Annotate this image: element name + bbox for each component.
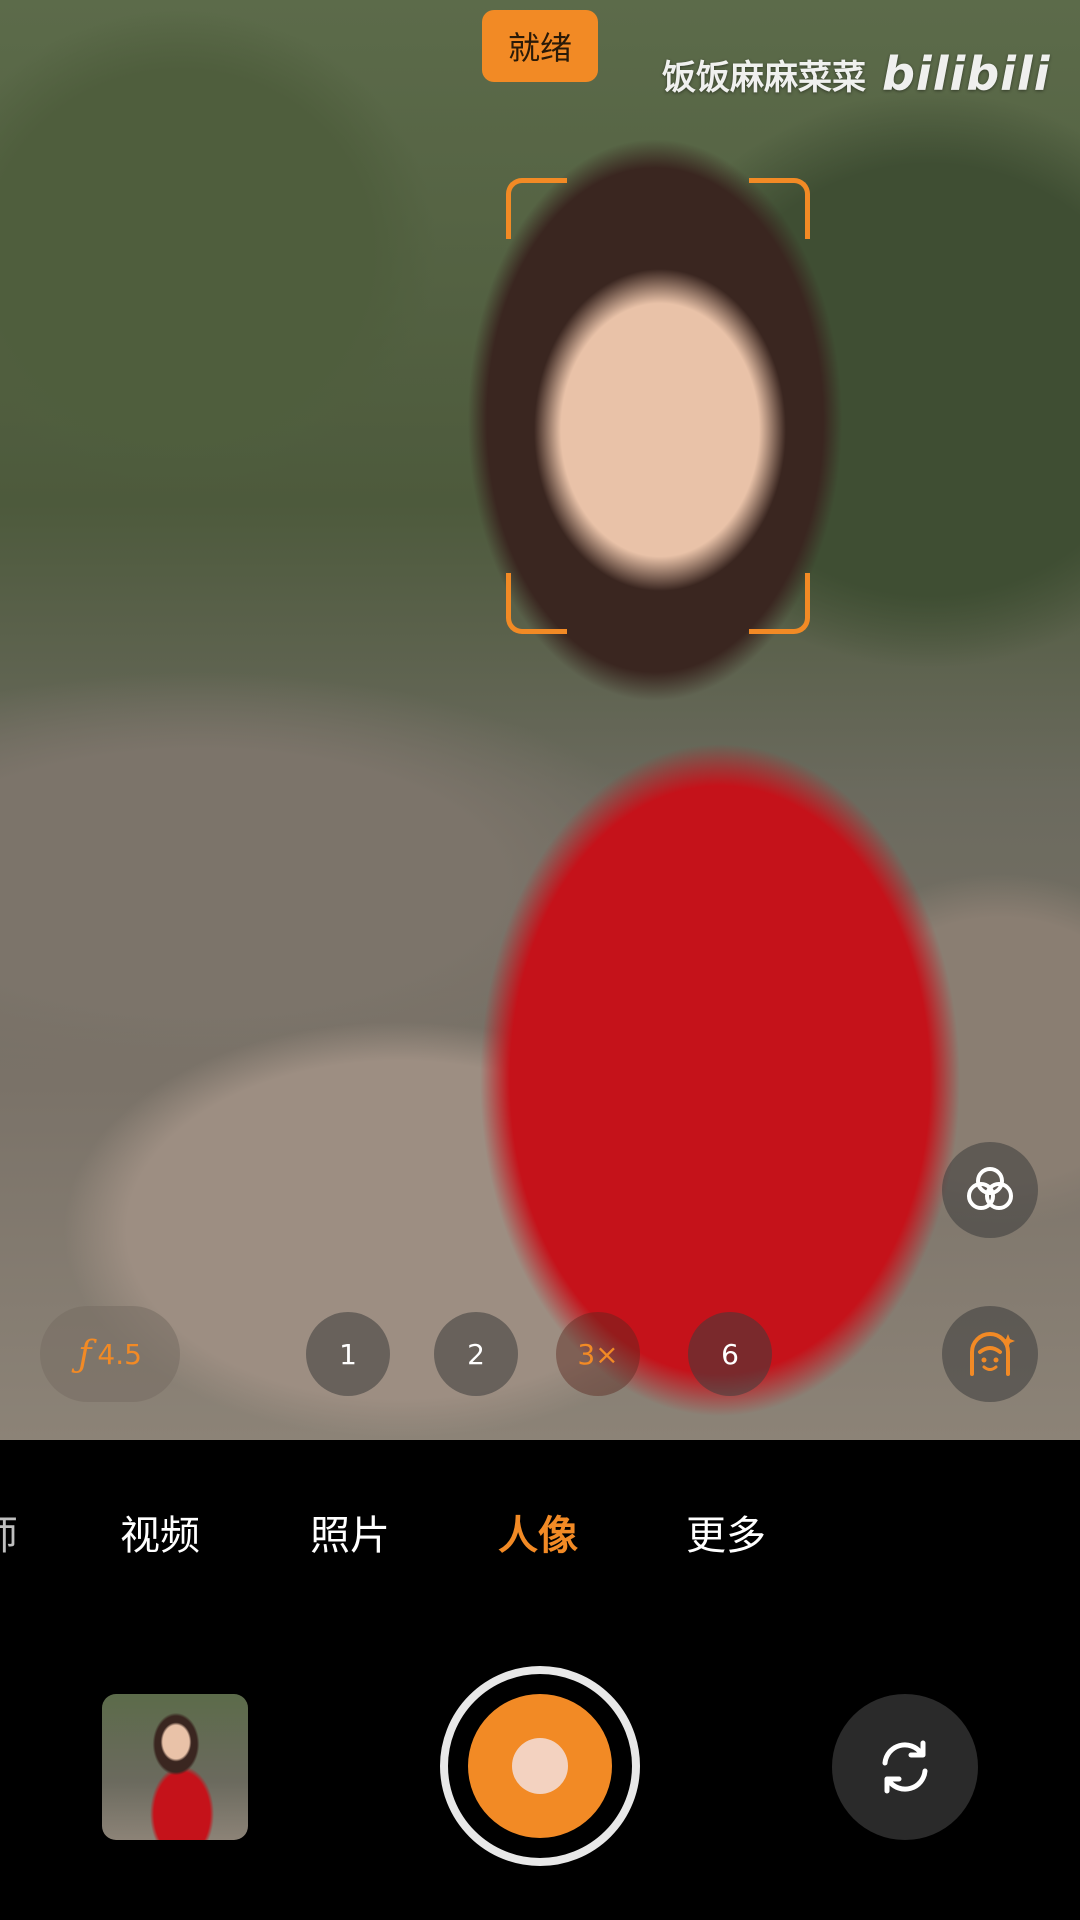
switch-camera-icon (882, 1740, 928, 1794)
focus-corner-bottom-right (749, 573, 810, 634)
portrait-effect-button[interactable] (942, 1306, 1038, 1402)
mode-tab-more[interactable]: 更多 (686, 1508, 766, 1564)
zoom-1-button[interactable]: 1 (306, 1312, 390, 1396)
gallery-thumbnail[interactable] (102, 1694, 248, 1840)
shutter-button[interactable] (440, 1666, 640, 1866)
mode-tab-partial[interactable]: 师 (0, 1508, 18, 1564)
focus-frame (506, 178, 810, 634)
aperture-value: 4.5 (97, 1337, 142, 1371)
focus-corner-top-left (506, 178, 567, 239)
mode-tab-photo[interactable]: 照片 (310, 1508, 390, 1564)
switch-camera-button[interactable] (832, 1694, 978, 1840)
filter-icon (967, 1167, 1013, 1210)
zoom-2-button[interactable]: 2 (434, 1312, 518, 1396)
zoom-3x-button[interactable]: 3× (556, 1312, 640, 1396)
portrait-effect-icon (970, 1332, 1015, 1376)
watermark-channel: 饭饭麻麻菜菜 (662, 57, 866, 98)
mode-tab-portrait[interactable]: 人像 (498, 1508, 578, 1564)
bilibili-logo: bilibili (882, 47, 1051, 101)
status-chip: 就绪 (482, 10, 598, 82)
aperture-button[interactable]: ƒ 4.5 (40, 1306, 180, 1402)
aperture-symbol: ƒ (78, 1333, 92, 1375)
shutter-dot (512, 1738, 568, 1794)
mode-tab-video[interactable]: 视频 (120, 1508, 200, 1564)
shutter-inner (468, 1694, 612, 1838)
filter-button[interactable] (942, 1142, 1038, 1238)
watermark: 饭饭麻麻菜菜 bilibili (662, 44, 1050, 104)
focus-corner-top-right (749, 178, 810, 239)
focus-corner-bottom-left (506, 573, 567, 634)
zoom-6-button[interactable]: 6 (688, 1312, 772, 1396)
